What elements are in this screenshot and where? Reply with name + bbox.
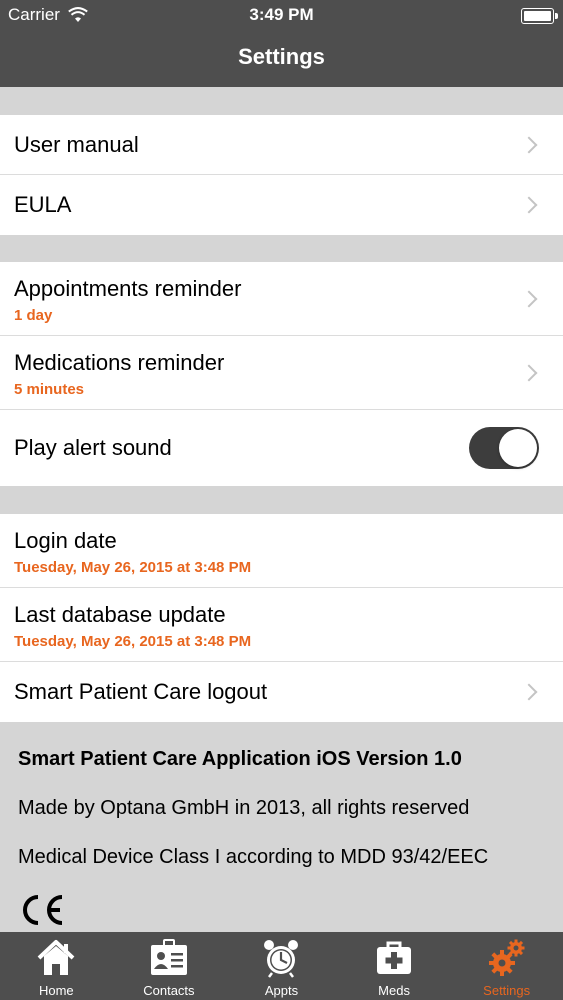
medical-kit-icon xyxy=(377,941,412,974)
chevron-right-icon xyxy=(520,683,538,701)
session-group: Login date Tuesday, May 26, 2015 at 3:48… xyxy=(0,514,563,722)
eula-row[interactable]: EULA xyxy=(0,175,563,235)
row-label: Medications reminder xyxy=(14,350,225,375)
navigation-bar: Carrier 3:49 PM Settings xyxy=(0,0,563,87)
row-label: EULA xyxy=(14,192,72,217)
row-label: Appointments reminder xyxy=(14,276,242,301)
copyright-text: Made by Optana GmbH in 2013, all rights … xyxy=(18,797,470,819)
docs-group: User manual EULA xyxy=(0,115,563,235)
tab-home[interactable]: Home xyxy=(0,932,113,1000)
row-value: 1 day xyxy=(14,307,53,324)
alert-sound-toggle[interactable] xyxy=(469,427,539,469)
row-value: Tuesday, May 26, 2015 at 3:48 PM xyxy=(14,559,252,576)
page-title: Settings xyxy=(238,44,325,69)
tab-label: Settings xyxy=(483,983,531,998)
chevron-right-icon xyxy=(520,136,538,153)
gears-icon xyxy=(488,939,525,976)
chevron-right-icon xyxy=(520,290,538,307)
tab-appts[interactable]: Appts xyxy=(225,932,338,1000)
alarm-clock-icon xyxy=(264,940,299,978)
user-manual-row[interactable]: User manual xyxy=(0,115,563,175)
medications-reminder-row[interactable]: Medications reminder 5 minutes xyxy=(0,336,563,410)
house-icon xyxy=(37,940,75,975)
row-value: 5 minutes xyxy=(14,381,85,398)
chevron-right-icon xyxy=(520,364,538,381)
status-time: 3:49 PM xyxy=(249,5,314,24)
toggle-knob xyxy=(499,429,537,467)
logout-row[interactable]: Smart Patient Care logout xyxy=(0,662,563,722)
tab-label: Appts xyxy=(264,983,299,998)
tab-label: Meds xyxy=(378,983,410,998)
tab-label: Home xyxy=(38,983,74,998)
appointments-reminder-row[interactable]: Appointments reminder 1 day xyxy=(0,262,563,336)
app-info: Smart Patient Care Application iOS Versi… xyxy=(18,748,548,895)
row-label: Play alert sound xyxy=(14,435,172,460)
row-value: Tuesday, May 26, 2015 at 3:48 PM xyxy=(14,633,252,650)
row-label: Last database update xyxy=(14,602,226,627)
battery-icon xyxy=(521,8,558,24)
last-database-update-row: Last database update Tuesday, May 26, 20… xyxy=(0,588,563,662)
tab-contacts[interactable]: Contacts xyxy=(113,932,226,1000)
device-class-text: Medical Device Class I according to MDD … xyxy=(18,846,489,868)
tab-label: Contacts xyxy=(143,983,195,998)
row-label: User manual xyxy=(14,131,139,157)
chevron-right-icon xyxy=(520,196,538,214)
reminders-group: Appointments reminder 1 day Medications … xyxy=(0,262,563,486)
contact-card-icon xyxy=(150,939,187,975)
play-alert-sound-row: Play alert sound xyxy=(0,410,563,486)
row-label: Login date xyxy=(14,528,117,553)
tab-meds[interactable]: Meds xyxy=(338,932,451,1000)
login-date-row: Login date Tuesday, May 26, 2015 at 3:48… xyxy=(0,514,563,588)
status-bar: Carrier 3:49 PM xyxy=(0,0,563,30)
version-text: Smart Patient Care Application iOS Versi… xyxy=(18,748,462,770)
ce-mark-icon xyxy=(23,895,63,925)
tab-settings[interactable]: Settings xyxy=(450,932,563,1000)
tab-bar: Home Contacts Appts Meds Settings xyxy=(0,932,563,1000)
row-label: Smart Patient Care logout xyxy=(14,679,268,704)
